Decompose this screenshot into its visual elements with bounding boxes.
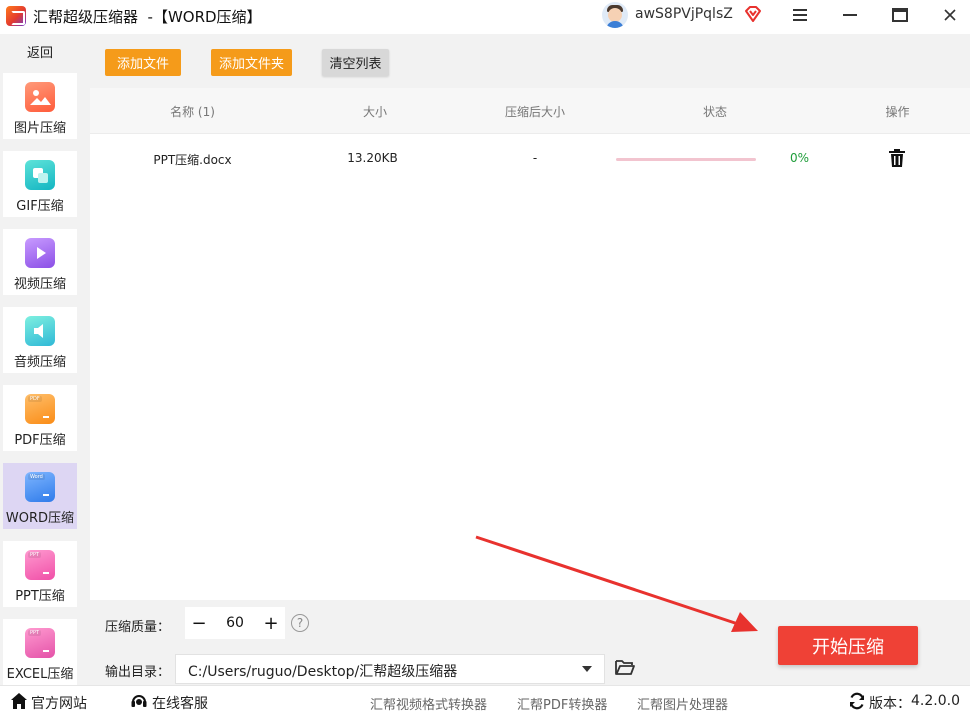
footer: 官方网站 在线客服 汇帮视频格式转换器 汇帮PDF转换器 汇帮图片处理器 版本：… [0,685,970,713]
back-button[interactable]: 返回 [0,42,80,61]
pdf-converter-link[interactable]: 汇帮PDF转换器 [517,694,607,713]
refresh-icon[interactable] [848,692,866,710]
window-title: 汇帮超级压缩器 -【WORD压缩】 [33,8,262,26]
username[interactable]: awS8PVjPqlsZ [635,6,733,22]
user-avatar[interactable] [602,2,628,28]
add-folder-button[interactable]: 添加文件夹 [211,49,292,76]
sidebar-item-label: 图片压缩 [13,121,66,136]
sidebar-item-word[interactable]: Word WORD压缩 [3,463,77,529]
doc-glyph [43,494,49,496]
ppt-icon: PPT [25,550,55,580]
quality-value[interactable]: 60 [215,615,255,631]
pdf-icon: PDF [25,394,55,424]
sidebar-item-label: 音频压缩 [13,355,66,370]
word-icon: Word [25,472,55,502]
sidebar-item-label: EXCEL压缩 [6,667,74,682]
image-glyph [30,90,51,105]
headset-icon [131,695,147,707]
sidebar-item-label: GIF压缩 [16,199,64,214]
folder-open-icon[interactable] [614,656,636,678]
main-panel: 添加文件 添加文件夹 清空列表 名称 (1) 大小 压缩后大小 状态 操作 PP… [90,34,970,685]
online-support-link[interactable]: 在线客服 [152,693,208,713]
doc-glyph [43,572,49,574]
progress-bar [616,158,756,161]
header-name[interactable]: 名称 (1) [140,103,245,120]
file-table: 名称 (1) 大小 压缩后大小 状态 操作 PPT压缩.docx 13.20KB… [90,88,970,600]
title-bar: 汇帮超级压缩器 -【WORD压缩】 awS8PVjPqlsZ [0,0,970,34]
gif-glyph [33,168,48,183]
gif-icon [25,160,55,190]
doc-glyph [43,650,49,652]
header-size[interactable]: 大小 [340,103,410,120]
header-status: 状态 [702,105,727,119]
close-icon[interactable] [937,3,963,27]
sidebar: 返回 图片压缩 GIF压缩 视频压缩 音频压缩 PDF PDF压缩 Word W… [0,34,90,685]
excel-icon: PPT [25,628,55,658]
compressed-size: - [532,151,538,165]
header-compressed-size[interactable]: 压缩后大小 [490,103,580,120]
avatar-body [606,21,624,28]
video-icon [25,238,55,268]
avatar-face [608,8,622,22]
audio-icon [25,316,55,346]
table-row[interactable]: PPT压缩.docx 13.20KB - 0% [90,134,970,184]
vip-diamond-icon[interactable] [743,4,763,24]
hamburger-icon [793,9,807,21]
start-compress-button[interactable]: 开始压缩 [778,626,918,665]
add-file-button[interactable]: 添加文件 [105,49,181,76]
version-number: 4.2.0.0 [911,693,960,709]
app-window: 汇帮超级压缩器 -【WORD压缩】 awS8PVjPqlsZ 返回 图片压缩 G… [0,0,970,713]
minimize-glyph [843,14,857,16]
quality-stepper[interactable]: − 60 + [185,607,285,639]
quality-label: 压缩质量： [105,620,171,635]
quality-increase-button[interactable]: + [257,607,285,639]
progress-percent: 0% [790,151,810,165]
version-label: 版本： [869,696,911,712]
official-website-link[interactable]: 官方网站 [31,693,87,713]
sidebar-item-ppt[interactable]: PPT PPT压缩 [3,541,77,607]
output-dir-label: 输出目录： [105,665,171,680]
sidebar-item-audio[interactable]: 音频压缩 [3,307,77,373]
image-processor-link[interactable]: 汇帮图片处理器 [637,694,728,713]
sidebar-item-label: 视频压缩 [13,277,66,292]
play-glyph [37,247,46,259]
maximize-glyph [892,8,908,22]
table-header: 名称 (1) 大小 压缩后大小 状态 操作 [90,88,970,134]
header-action: 操作 [885,105,910,119]
output-dir-path: C:/Users/ruguo/Desktop/汇帮超级压缩器 [188,664,458,680]
image-icon [25,82,55,112]
sidebar-item-label: PPT压缩 [15,589,65,604]
chevron-down-icon [582,666,592,672]
speaker-glyph [34,324,43,338]
close-glyph [944,9,956,21]
app-logo [6,6,26,26]
quality-decrease-button[interactable]: − [185,607,213,639]
sidebar-item-pdf[interactable]: PDF PDF压缩 [3,385,77,451]
minimize-icon[interactable] [837,3,863,27]
home-icon [11,693,27,709]
sidebar-item-label: WORD压缩 [5,511,75,526]
clear-list-button[interactable]: 清空列表 [322,49,389,76]
delete-trash-icon[interactable] [887,148,907,168]
file-size: 13.20KB [347,151,398,165]
video-converter-link[interactable]: 汇帮视频格式转换器 [370,694,487,713]
sidebar-item-gif[interactable]: GIF压缩 [3,151,77,217]
file-name: PPT压缩.docx [153,153,232,167]
sidebar-item-excel[interactable]: PPT EXCEL压缩 [3,619,77,685]
sidebar-item-image[interactable]: 图片压缩 [3,73,77,139]
menu-icon[interactable] [787,3,813,27]
maximize-icon[interactable] [887,3,913,27]
sidebar-item-video[interactable]: 视频压缩 [3,229,77,295]
sidebar-item-label: PDF压缩 [14,433,66,448]
output-dir-select[interactable]: C:/Users/ruguo/Desktop/汇帮超级压缩器 [175,654,605,684]
help-icon[interactable]: ? [291,614,309,632]
doc-glyph [43,416,49,418]
